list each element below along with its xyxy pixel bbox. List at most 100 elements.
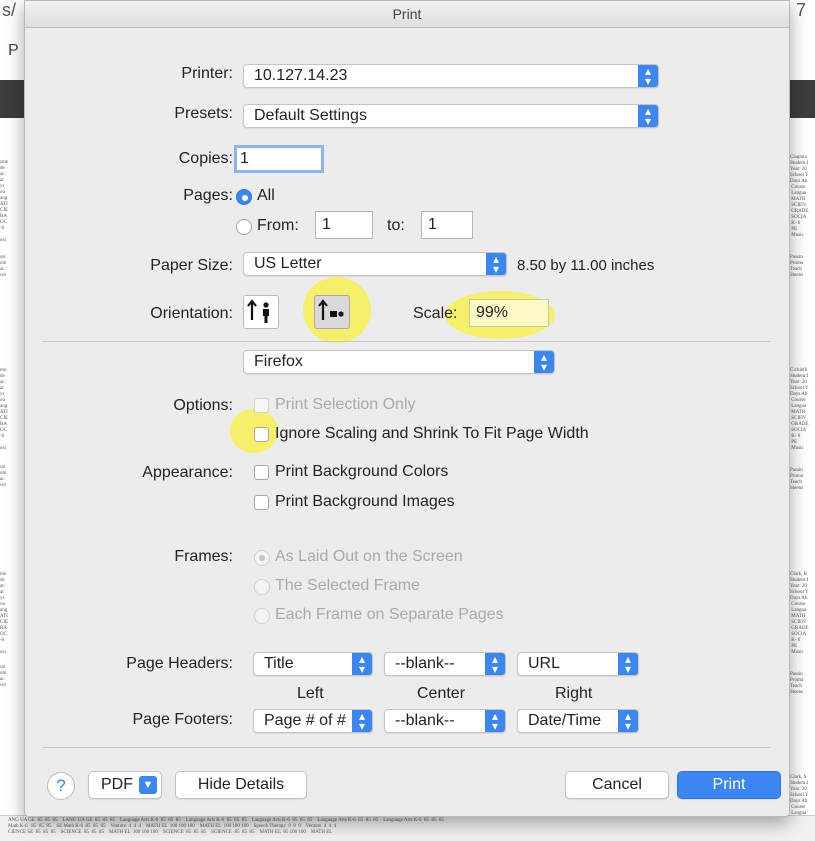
print-dialog: Print Printer: 10.127.14.23 ▴ ▾ Presets: … <box>24 0 790 817</box>
copies-field[interactable]: 1 <box>234 145 324 173</box>
chevron-updown-icon: ▴ ▾ <box>618 710 638 732</box>
frames-separate-pages-radio[interactable] <box>254 608 270 624</box>
pages-from-field[interactable]: 1 <box>315 211 373 239</box>
dialog-title: Print <box>25 1 789 28</box>
section-value: Firefox <box>254 353 303 370</box>
section-select[interactable]: Firefox ▴ ▾ <box>243 350 555 374</box>
scale-label: Scale: <box>413 305 458 322</box>
background-doc-text: Cichielli Student I Year: 20 School Y Da… <box>790 368 809 451</box>
header-center-select[interactable]: --blank-- ▴ ▾ <box>384 652 506 676</box>
frames-selected-frame-radio[interactable] <box>254 579 270 595</box>
frames-label: Frames: <box>174 548 233 565</box>
background-doc-text: Clark, B Student I Year: 20 School Y Day… <box>790 572 809 655</box>
chevron-down-icon: ▼ <box>139 776 157 794</box>
chevron-updown-icon: ▴ ▾ <box>618 653 638 675</box>
print-background-images-label: Print Background Images <box>275 493 455 510</box>
pdf-menu-button[interactable]: PDF ▼ <box>88 771 162 799</box>
chevron-updown-icon: ▴ ▾ <box>534 351 554 373</box>
presets-select[interactable]: Default Settings ▴ ▾ <box>243 104 659 128</box>
print-selection-only-checkbox[interactable] <box>254 398 269 413</box>
pdf-label: PDF <box>101 776 133 793</box>
pages-all-radio[interactable] <box>236 189 252 205</box>
copies-label: Copies: <box>178 150 233 167</box>
print-background-colors-checkbox[interactable] <box>254 465 269 480</box>
background-doc-text: Passin Promo Teach Steens <box>790 255 804 278</box>
background-doc-text: me de ar: al ys ou ang ATI CIE RA OC -6 … <box>0 572 9 655</box>
paper-size-value: US Letter <box>254 255 322 272</box>
background-doc-text: ANG UA GE 85 85 85 LANG UA GE 85 85 85 L… <box>8 818 445 835</box>
ignore-scaling-checkbox[interactable] <box>254 427 269 442</box>
paper-size-dimensions: 8.50 by 11.00 inches <box>517 257 655 274</box>
frames-option-label: As Laid Out on the Screen <box>275 548 463 565</box>
header-center-value: --blank-- <box>395 655 455 672</box>
printer-label: Printer: <box>181 65 233 82</box>
presets-value: Default Settings <box>254 107 367 124</box>
footer-center-select[interactable]: --blank-- ▴ ▾ <box>384 709 506 733</box>
appearance-label: Appearance: <box>142 464 233 481</box>
frames-option-label: Each Frame on Separate Pages <box>275 606 504 623</box>
pages-to-field[interactable]: 1 <box>421 211 473 239</box>
header-left-value: Title <box>264 655 294 672</box>
background-toolbar-left <box>0 80 26 118</box>
chevron-updown-icon: ▴ ▾ <box>352 653 372 675</box>
print-background-images-checkbox[interactable] <box>254 495 269 510</box>
frames-option-label: The Selected Frame <box>275 577 420 594</box>
background-doc-text: ssi om ac cer <box>0 255 7 278</box>
paper-size-select[interactable]: US Letter ▴ ▾ <box>243 252 507 276</box>
ignore-scaling-label: Ignore Scaling and Shrink To Fit Page Wi… <box>275 425 589 442</box>
chevron-updown-icon: ▴ ▾ <box>352 710 372 732</box>
background-toolbar-right <box>786 80 815 118</box>
presets-label: Presets: <box>174 105 233 122</box>
column-label-left: Left <box>297 685 324 702</box>
background-doc-text: ssi om ac cer <box>0 465 7 488</box>
options-label: Options: <box>173 397 233 414</box>
pages-to-label: to: <box>387 217 405 234</box>
frames-as-laid-out-radio[interactable] <box>254 550 270 566</box>
header-right-select[interactable]: URL ▴ ▾ <box>517 652 639 676</box>
page-footers-label: Page Footers: <box>132 711 234 728</box>
background-title-fragment-right: 7 <box>796 0 807 20</box>
background-side-letter: P <box>8 42 19 59</box>
separator <box>43 747 771 748</box>
header-left-select[interactable]: Title ▴ ▾ <box>253 652 373 676</box>
footer-left-value: Page # of # <box>264 712 346 729</box>
footer-right-select[interactable]: Date/Time ▴ ▾ <box>517 709 639 733</box>
chevron-updown-icon: ▴ ▾ <box>485 710 505 732</box>
header-right-value: URL <box>528 655 561 672</box>
print-button[interactable]: Print <box>677 771 781 799</box>
scale-field[interactable]: 99% <box>469 299 549 327</box>
background-doc-text: Passin Promo Teach Steens <box>790 468 804 491</box>
background-doc-text: ssi om ac cer <box>0 665 7 688</box>
chevron-updown-icon: ▴ ▾ <box>486 253 506 275</box>
background-doc-text: sme de ar: al ys ou ang ATI CIE RA OC -6… <box>0 160 9 243</box>
help-button[interactable]: ? <box>47 772 75 800</box>
background-title-fragment: s/ <box>2 0 17 20</box>
landscape-person-icon <box>318 299 344 320</box>
chevron-updown-icon: ▴ ▾ <box>485 653 505 675</box>
column-label-right: Right <box>555 685 593 702</box>
pages-from-label: From: <box>257 217 299 234</box>
printer-value: 10.127.14.23 <box>254 67 348 84</box>
orientation-landscape-button[interactable] <box>314 295 350 329</box>
print-background-colors-label: Print Background Colors <box>275 463 449 480</box>
footer-right-value: Date/Time <box>528 712 602 729</box>
footer-center-value: --blank-- <box>395 712 455 729</box>
separator <box>43 341 771 342</box>
background-doc-text: Chapma Student I Year: 20 School Y Days … <box>790 155 809 238</box>
hide-details-button[interactable]: Hide Details <box>175 771 307 799</box>
printer-select[interactable]: 10.127.14.23 ▴ ▾ <box>243 64 659 88</box>
background-doc-text: Passin Promo Teach Steens <box>790 672 804 695</box>
footer-left-select[interactable]: Page # of # ▴ ▾ <box>253 709 373 733</box>
portrait-person-icon <box>247 299 269 323</box>
background-doc-text: me de ar: al ys ou ang ATI CIE RA OC -6 … <box>0 368 9 451</box>
cancel-button[interactable]: Cancel <box>565 771 669 799</box>
chevron-updown-icon: ▴ ▾ <box>638 105 658 127</box>
background-doc-footer: ANG UA GE 85 85 85 LANG UA GE 85 85 85 L… <box>0 815 815 841</box>
column-label-center: Center <box>417 685 466 702</box>
paper-size-label: Paper Size: <box>150 257 233 274</box>
print-selection-only-label: Print Selection Only <box>275 396 416 413</box>
pages-label: Pages: <box>183 187 233 204</box>
pages-all-label: All <box>257 187 275 204</box>
pages-range-radio[interactable] <box>236 219 252 235</box>
orientation-portrait-button[interactable] <box>243 295 279 329</box>
